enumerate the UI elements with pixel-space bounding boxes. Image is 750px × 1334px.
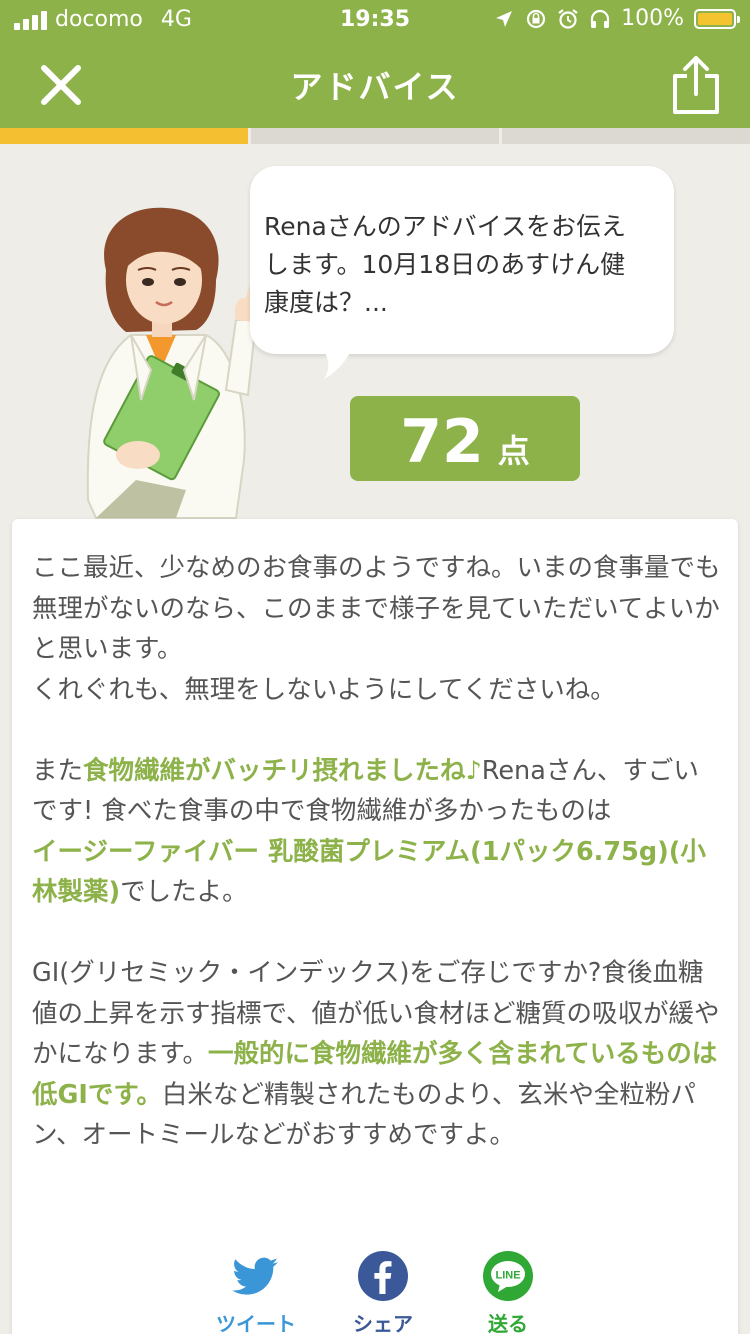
advisor-illustration: [86, 207, 260, 519]
progress-segment-1[interactable]: [0, 128, 248, 144]
battery-icon: [694, 8, 740, 29]
share-icon[interactable]: [670, 54, 722, 116]
advice-paragraph-2: また食物繊維がバッチリ摂れましたね♪Renaさん、すごいです! 食べた食事の中で…: [32, 751, 722, 913]
advisor-speech-bubble: Renaさんのアドバイスをお伝えします。10月18日のあすけん健康度は？...: [250, 166, 674, 354]
score-value: 72: [400, 407, 484, 477]
alarm-icon: [558, 8, 578, 29]
status-bar: docomo 4G 19:35 100%: [0, 0, 750, 40]
advice-paragraph-1: ここ最近、少なめのお食事のようですね。いまの食事量でも無理がないのなら、このまま…: [32, 548, 722, 710]
progress-segment-3[interactable]: [502, 128, 750, 144]
facebook-icon: [358, 1251, 408, 1301]
score-unit: 点: [497, 432, 530, 470]
line-label: 送る: [488, 1312, 528, 1334]
nav-bar: アドバイス: [0, 40, 750, 128]
advice-progress-tabs: [0, 128, 750, 144]
headphones-icon: [590, 9, 610, 28]
speech-bubble-tail: [320, 345, 354, 379]
advice-paragraph-3: GI(グリセミック・インデックス)をご存じですか?食後血糖値の上昇を示す指標で、…: [32, 953, 722, 1156]
line-send-button[interactable]: LINE 送る: [465, 1250, 551, 1334]
facebook-label: シェア: [353, 1312, 413, 1334]
tweet-label: ツイート: [216, 1312, 296, 1334]
advice-text: ここ最近、少なめのお食事のようですね。いまの食事量でも無理がないのなら、このまま…: [32, 548, 722, 1196]
battery-percent: 100%: [621, 6, 684, 31]
line-icon-text: LINE: [495, 1270, 520, 1282]
advice-p1b-text: くれぐれも、無理をしないようにしてくださいね。: [32, 674, 616, 705]
tweet-button[interactable]: ツイート: [213, 1250, 299, 1334]
advice-p2-highlight-1: 食物繊維がバッチリ摂れましたね♪: [83, 755, 482, 786]
page-title: アドバイス: [290, 68, 460, 106]
status-right: 100%: [493, 6, 740, 31]
location-icon: [496, 10, 513, 27]
twitter-icon: [232, 1257, 278, 1295]
facebook-share-button[interactable]: シェア: [340, 1250, 426, 1334]
advice-p1-text: ここ最近、少なめのお食事のようですね。いまの食事量でも無理がないのなら、このまま…: [32, 553, 721, 664]
progress-segment-2[interactable]: [251, 128, 499, 144]
line-icon: LINE: [483, 1251, 533, 1301]
advice-p2-a: また: [32, 755, 84, 786]
health-score-badge: 72 点: [350, 396, 580, 481]
bubble-text: Renaさんのアドバイスをお伝えします。10月18日のあすけん健康度は？...: [264, 212, 627, 317]
advice-p2-c: でしたよ。: [120, 877, 248, 907]
rotation-lock-icon: [526, 9, 546, 28]
